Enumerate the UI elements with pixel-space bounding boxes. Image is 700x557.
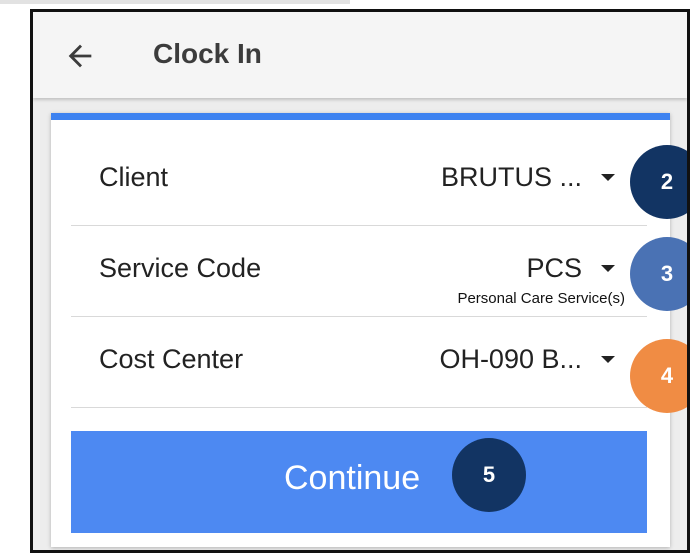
caret-down-icon: [601, 265, 615, 272]
page-top-divider: [0, 0, 350, 4]
cost-center-select[interactable]: Cost Center OH-090 B...: [71, 317, 647, 408]
service-code-select[interactable]: Service Code PCS Personal Care Service(s…: [71, 226, 647, 317]
service-code-description: Personal Care Service(s): [457, 290, 625, 307]
page-title: Clock In: [153, 38, 262, 69]
caret-down-icon: [601, 356, 615, 363]
client-select[interactable]: Client BRUTUS ...: [71, 135, 647, 226]
service-code-label: Service Code: [99, 253, 262, 283]
client-label: Client: [99, 162, 169, 192]
continue-button-label: Continue: [284, 459, 421, 497]
step-callout-5: 5: [452, 438, 526, 512]
continue-button[interactable]: Continue: [71, 431, 647, 533]
clock-in-form-card: Client BRUTUS ... Service Code PCS Perso…: [51, 113, 670, 547]
cost-center-value: OH-090 B...: [439, 344, 582, 374]
client-value: BRUTUS ...: [440, 162, 582, 192]
service-code-value: PCS: [526, 253, 582, 283]
app-bar: Clock In: [33, 12, 687, 98]
caret-down-icon: [601, 174, 615, 181]
arrow-left-icon[interactable]: [63, 39, 97, 73]
cost-center-label: Cost Center: [99, 344, 244, 374]
phone-screen: Clock In Client BRUTUS ... Service Code …: [30, 9, 690, 553]
